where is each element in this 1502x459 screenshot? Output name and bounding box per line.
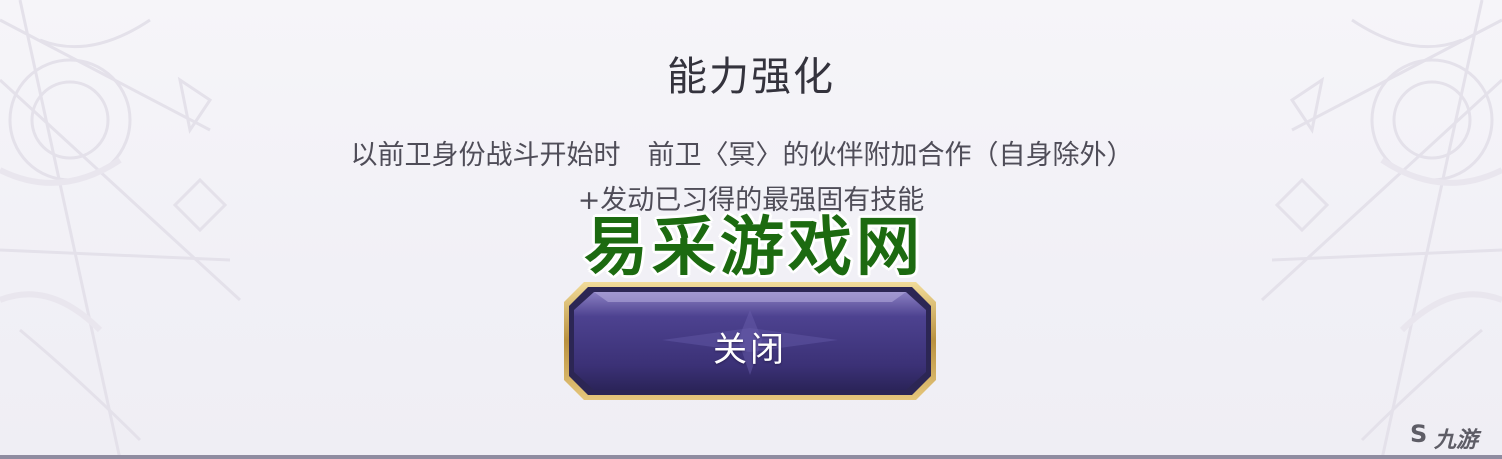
ability-dialog: 能力强化 以前卫身份战斗开始时 前卫〈冥〉的伙伴附加合作（自身除外） +发动已习… <box>0 0 1502 459</box>
close-button-label: 关闭 <box>713 330 787 370</box>
close-button[interactable]: 关闭 <box>562 280 938 402</box>
brand-text: 九游 <box>1434 428 1479 453</box>
description-line-1: 以前卫身份战斗开始时 前卫〈冥〉的伙伴附加合作（自身除外） <box>350 140 1134 171</box>
dialog-title: 能力强化 <box>667 54 835 100</box>
watermark-text: 易采游戏网 <box>584 210 924 285</box>
brand-s-icon: S <box>1410 420 1428 448</box>
brand-logo: S 九游 <box>1410 418 1500 453</box>
